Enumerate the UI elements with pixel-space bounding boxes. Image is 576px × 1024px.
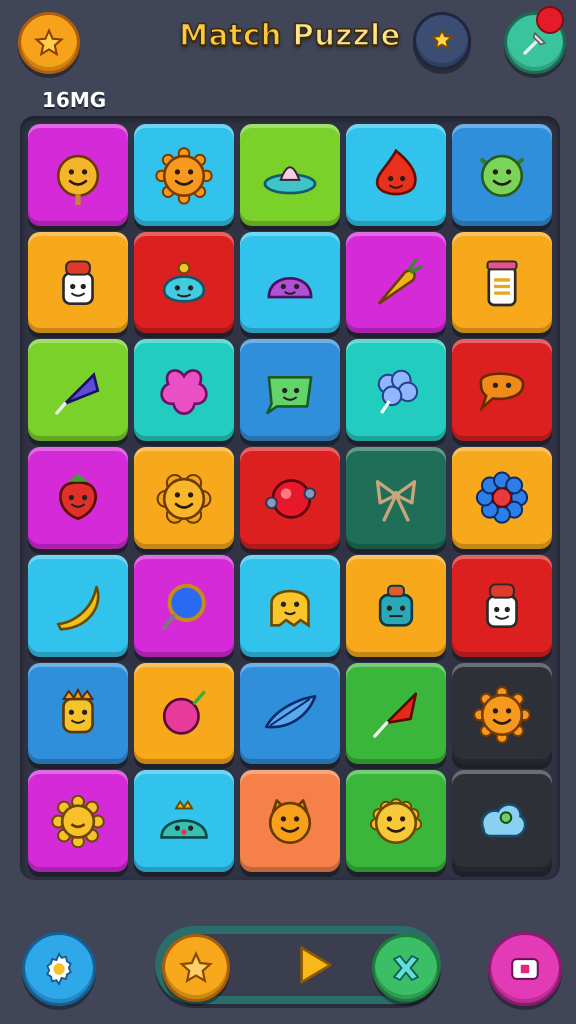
board-tile[interactable] (452, 231, 552, 334)
title-word-match: Match (178, 17, 282, 53)
board-tile[interactable] (346, 339, 446, 442)
play-button[interactable] (290, 940, 340, 990)
mirror-icon (162, 583, 206, 631)
crown-slime-icon (160, 799, 208, 839)
leaf-fish-icon (264, 694, 317, 729)
jar-icon (486, 260, 518, 307)
gear-icon (46, 951, 72, 987)
blob-face-icon (162, 261, 206, 303)
board-tile[interactable] (346, 447, 446, 549)
board-tile[interactable] (346, 124, 446, 226)
board-tile[interactable] (240, 554, 340, 657)
moves-badge: 16MG (42, 88, 107, 112)
chef-face-icon (62, 260, 94, 305)
star-cross-icon (160, 368, 208, 415)
slime-face-icon (267, 276, 313, 299)
board-tile[interactable] (240, 124, 340, 226)
banana-icon (56, 585, 100, 631)
cat-face-icon (268, 798, 312, 844)
play-icon (300, 946, 332, 984)
board-tile[interactable] (134, 662, 234, 765)
board-tile[interactable] (28, 554, 128, 657)
board-tile[interactable] (28, 124, 128, 226)
board-tile[interactable] (452, 554, 552, 657)
star-icon (34, 28, 64, 57)
board-tile[interactable] (28, 447, 128, 549)
board-tile[interactable] (452, 447, 552, 549)
shuffle-button[interactable] (372, 934, 440, 1002)
star-badge-icon (430, 28, 454, 50)
speech-bubble-icon (479, 372, 525, 412)
board-tile[interactable] (240, 231, 340, 334)
board-tile[interactable] (28, 231, 128, 334)
board-tile[interactable] (240, 770, 340, 872)
star-badge-button[interactable] (413, 12, 471, 70)
board-tile[interactable] (28, 662, 128, 765)
flower-face-icon (156, 474, 212, 525)
cross-icon (393, 955, 419, 981)
sun-face-icon (473, 686, 531, 744)
record-button[interactable] (488, 932, 562, 1006)
board-tile[interactable] (346, 662, 446, 765)
board-tile[interactable] (452, 770, 552, 872)
ghost-face-icon (270, 590, 310, 628)
umbrella-icon (55, 371, 100, 415)
board-tile[interactable] (452, 662, 552, 765)
cloud-blob-icon (480, 802, 527, 837)
speech-face-icon (266, 375, 313, 415)
flower-icon (475, 471, 529, 525)
board-tile[interactable] (28, 770, 128, 872)
cloud-flower-icon (377, 369, 419, 414)
top-bar: Match Puzzle (0, 0, 576, 90)
star-icon (179, 951, 213, 984)
star-boost-button[interactable] (162, 934, 230, 1002)
game-board (20, 116, 560, 880)
carrot-icon (377, 258, 423, 305)
board-tile[interactable] (346, 231, 446, 334)
board-tile[interactable] (134, 124, 234, 226)
bow-icon (375, 480, 417, 523)
chef-face-icon (486, 583, 518, 629)
sun-icon (51, 794, 105, 848)
title-word-puzzle: Puzzle (292, 17, 401, 53)
balloon-icon (162, 690, 206, 735)
board-tile[interactable] (452, 124, 552, 226)
spiky-face-icon (369, 797, 423, 844)
fish-boat-icon (263, 166, 317, 195)
flame-face-icon (375, 149, 417, 196)
board-tile[interactable] (134, 231, 234, 334)
board-tile[interactable] (346, 770, 446, 872)
board-tile[interactable] (28, 339, 128, 442)
king-face-icon (61, 687, 95, 734)
board-tile[interactable] (452, 339, 552, 442)
notification-dot (536, 6, 564, 34)
page-title: Match Puzzle (150, 17, 430, 53)
orb-icon (265, 479, 317, 520)
alien-face-icon (480, 155, 524, 198)
board-tile[interactable] (134, 447, 234, 549)
board-tile[interactable] (134, 339, 234, 442)
board-tile[interactable] (240, 662, 340, 765)
lollipop-face-icon (56, 155, 100, 206)
red-umbrella-icon (373, 692, 418, 738)
robot-face-icon (378, 584, 414, 627)
strawberry-face-icon (59, 474, 97, 521)
sun-face-icon (155, 147, 213, 205)
settings-button[interactable] (22, 932, 96, 1006)
board-tile[interactable] (134, 554, 234, 657)
star-button[interactable] (18, 12, 80, 74)
board-tile[interactable] (346, 554, 446, 657)
record-icon (511, 958, 539, 980)
board-tile[interactable] (240, 339, 340, 442)
board-tile[interactable] (240, 447, 340, 549)
board-tile[interactable] (134, 770, 234, 872)
